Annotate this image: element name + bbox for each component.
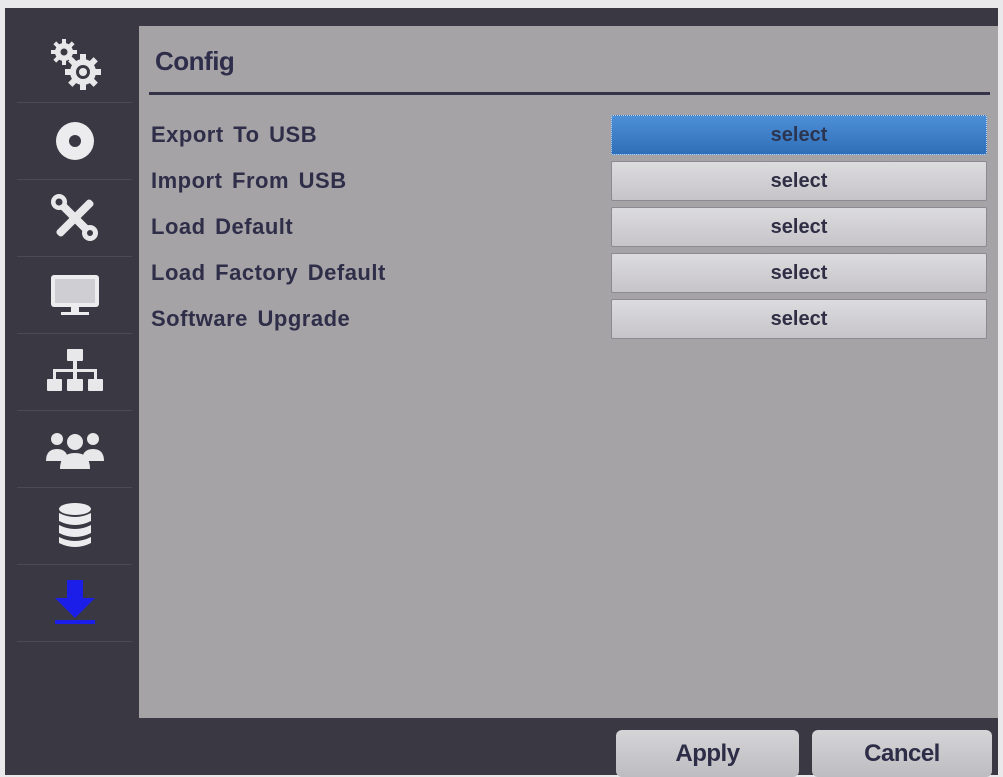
sidebar-item-display[interactable]	[17, 257, 132, 334]
sidebar-item-config[interactable]	[17, 565, 132, 642]
monitor-icon	[50, 275, 99, 315]
row-load-default: Load Default select	[139, 206, 998, 250]
load-factory-default-select-button[interactable]: select	[611, 253, 987, 293]
users-icon	[45, 433, 104, 469]
row-label: Software Upgrade	[151, 306, 351, 331]
sidebar-item-network[interactable]	[17, 334, 132, 411]
row-label: Load Factory Default	[151, 260, 386, 285]
apply-button[interactable]: Apply	[616, 730, 799, 777]
window-frame: Config Export To USB select Import From …	[5, 8, 998, 777]
database-icon	[58, 503, 91, 547]
row-label: Import From USB	[151, 168, 347, 193]
row-import-usb: Import From USB select	[139, 160, 998, 204]
software-upgrade-select-button[interactable]: select	[611, 299, 987, 339]
sidebar-item-record[interactable]	[17, 103, 132, 180]
sidebar	[17, 26, 132, 726]
export-usb-select-button[interactable]: select	[611, 115, 987, 155]
import-usb-select-button[interactable]: select	[611, 161, 987, 201]
gears-icon	[50, 39, 101, 90]
row-software-upgrade: Software Upgrade select	[139, 298, 998, 342]
disc-icon	[55, 122, 94, 160]
row-load-factory-default: Load Factory Default select	[139, 252, 998, 296]
row-label: Export To USB	[151, 122, 318, 147]
sidebar-item-users[interactable]	[17, 411, 132, 488]
download-icon	[54, 580, 95, 624]
cancel-button[interactable]: Cancel	[812, 730, 992, 777]
sidebar-item-system[interactable]	[17, 26, 132, 103]
sidebar-item-tools[interactable]	[17, 180, 132, 257]
tools-icon	[50, 194, 98, 241]
row-export-usb: Export To USB select	[139, 114, 998, 158]
page-title: Config	[155, 46, 235, 76]
sidebar-item-storage[interactable]	[17, 488, 132, 565]
row-label: Load Default	[151, 214, 294, 239]
config-panel: Config Export To USB select Import From …	[139, 26, 998, 718]
load-default-select-button[interactable]: select	[611, 207, 987, 247]
title-divider	[149, 92, 990, 95]
network-icon	[46, 349, 103, 391]
